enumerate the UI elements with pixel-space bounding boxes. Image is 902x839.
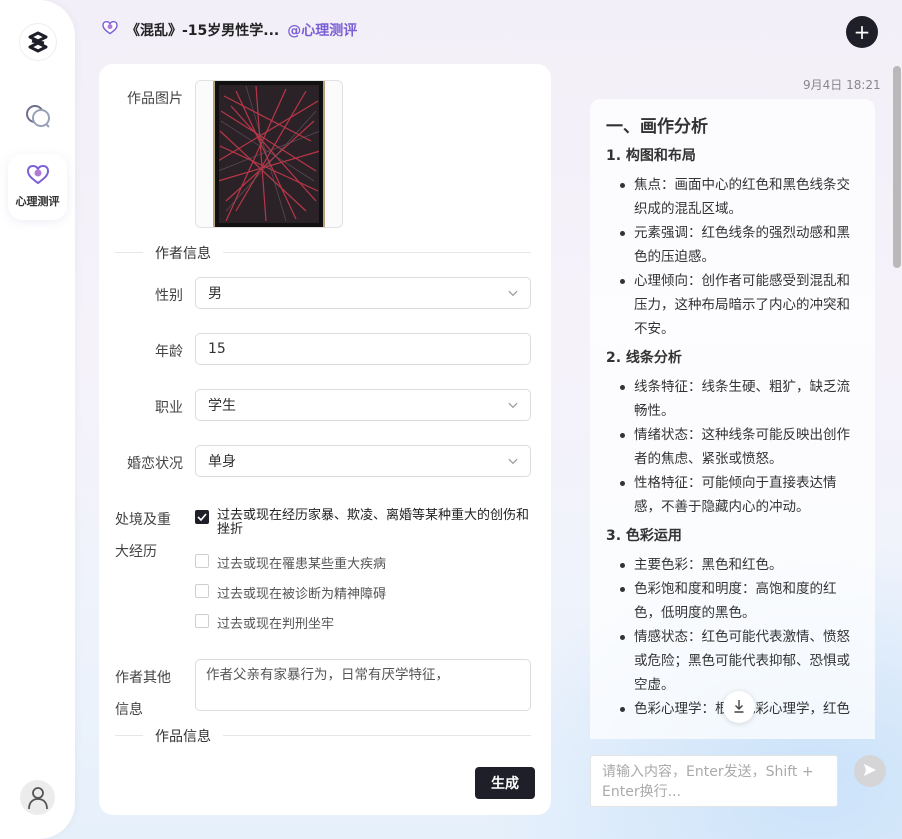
experience-option-label: 过去或现在经历家暴、欺凌、离婚等某种重大的创伤和挫折 — [217, 508, 530, 537]
other-info-value: 作者父亲有家暴行为，日常有厌学特征， — [206, 667, 449, 683]
message-input[interactable]: 请输入内容，Enter发送，Shift + Enter换行... — [590, 755, 838, 807]
marital-value: 单身 — [208, 454, 236, 470]
section-title: 3. 色彩运用 — [606, 528, 682, 544]
age-label: 年龄 — [155, 344, 183, 360]
other-info-label-cont: 信息 — [115, 702, 143, 718]
list-item: 情绪状态：这种线条可能反映出创作者的焦虑、紧张或愤怒。 — [606, 423, 859, 471]
send-button[interactable] — [854, 755, 886, 787]
experience-option-prison[interactable]: 过去或现在判刑坐牢 — [195, 613, 334, 632]
other-info-textarea[interactable]: 作者父亲有家暴行为，日常有厌学特征， — [195, 659, 531, 711]
section-list: 焦点：画面中心的红色和黑色线条交织成的混乱区域。 元素强调：红色线条的强烈动感和… — [606, 173, 859, 341]
artwork-image[interactable] — [195, 80, 343, 228]
sidebar-item-assessment[interactable]: 心理测评 — [8, 154, 67, 220]
sidebar-item-label: 心理测评 — [15, 195, 60, 208]
experience-option-label: 过去或现在被诊断为精神障碍 — [217, 587, 387, 602]
list-item: 心理倾向：创作者可能感受到混乱和压力，这种布局暗示了内心的冲突和不安。 — [606, 269, 859, 341]
list-item: 主要色彩：黑色和红色。 — [606, 553, 859, 577]
heart-chat-icon — [102, 20, 118, 39]
sidebar: 心理测评 — [0, 0, 75, 839]
list-item: 焦点：画面中心的红色和黑色线条交织成的混乱区域。 — [606, 173, 859, 221]
logo-icon[interactable] — [20, 24, 56, 60]
work-section-title: 作品信息 — [143, 726, 223, 746]
analysis-message: 一、画作分析 1. 构图和布局 焦点：画面中心的红色和黑色线条交织成的混乱区域。… — [590, 99, 875, 739]
chat-header: 《混乱》-15岁男性学... @心理测评 — [102, 20, 357, 40]
job-label: 职业 — [155, 400, 183, 416]
send-icon — [863, 762, 877, 781]
experience-label: 处境及重 — [115, 512, 171, 528]
other-info-label: 作者其他 — [115, 670, 171, 686]
experience-option-label: 过去或现在罹患某些重大疾病 — [217, 557, 387, 572]
job-value: 学生 — [208, 398, 236, 414]
gender-select[interactable]: 男 — [195, 277, 531, 309]
list-item: 性格特征：可能倾向于直接表达情感，不善于隐藏内心的冲动。 — [606, 471, 859, 519]
chevron-down-icon — [508, 400, 518, 410]
chevron-down-icon — [508, 288, 518, 298]
chevron-down-icon — [508, 456, 518, 466]
checkbox[interactable] — [195, 614, 209, 628]
job-select[interactable]: 学生 — [195, 389, 531, 421]
checkbox[interactable] — [195, 554, 209, 568]
section-title: 1. 构图和布局 — [606, 148, 696, 164]
image-label: 作品图片 — [127, 91, 183, 107]
scroll-to-bottom-button[interactable] — [723, 691, 755, 723]
marital-select[interactable]: 单身 — [195, 445, 531, 477]
chat-title: 《混乱》-15岁男性学... — [126, 23, 280, 39]
checkbox-checked[interactable] — [195, 510, 209, 524]
checkbox[interactable] — [195, 584, 209, 598]
gender-label: 性别 — [155, 288, 183, 304]
scrollbar-thumb[interactable] — [893, 66, 901, 268]
gender-value: 男 — [208, 286, 222, 302]
section-list: 线条特征：线条生硬、粗犷，缺乏流畅性。 情绪状态：这种线条可能反映出创作者的焦虑… — [606, 375, 859, 519]
new-chat-button[interactable]: + — [846, 16, 878, 48]
age-input[interactable]: 15 — [195, 333, 531, 365]
assessment-form: 作品图片 作者信息 性别 男 年龄 15 职业 学生 婚恋状况 单身 处境及重 … — [99, 64, 551, 815]
agent-mention[interactable]: @心理测评 — [287, 20, 357, 40]
marital-label: 婚恋状况 — [127, 456, 183, 472]
generate-button[interactable]: 生成 — [475, 767, 535, 799]
list-item: 元素强调：红色线条的强烈动感和黑色的压迫感。 — [606, 221, 859, 269]
experience-option-trauma[interactable]: 过去或现在经历家暴、欺凌、离婚等某种重大的创伤和挫折 — [195, 509, 531, 537]
experience-label-cont: 大经历 — [115, 544, 157, 560]
experience-option-mental[interactable]: 过去或现在被诊断为精神障碍 — [195, 583, 386, 602]
user-icon[interactable] — [20, 780, 55, 815]
heart-chat-icon — [26, 164, 49, 189]
list-item: 色彩饱和度和明度：高饱和度的红色，低明度的黑色。 — [606, 577, 859, 625]
experience-option-label: 过去或现在判刑坐牢 — [217, 617, 335, 632]
message-input-placeholder: 请输入内容，Enter发送，Shift + Enter换行... — [602, 764, 814, 800]
experience-option-illness[interactable]: 过去或现在罹患某些重大疾病 — [195, 553, 386, 572]
plus-icon: + — [853, 20, 871, 44]
chat-bubbles-icon[interactable] — [24, 102, 52, 130]
list-item: 情感状态：红色可能代表激情、愤怒或危险；黑色可能代表抑郁、恐惧或空虚。 — [606, 625, 859, 697]
list-item: 线条特征：线条生硬、粗犷，缺乏流畅性。 — [606, 375, 859, 423]
analysis-heading: 一、画作分析 — [606, 117, 708, 137]
message-timestamp: 9月4日 18:21 — [803, 78, 881, 92]
section-title: 2. 线条分析 — [606, 350, 682, 366]
author-section-title: 作者信息 — [143, 243, 223, 263]
age-value: 15 — [208, 341, 226, 357]
arrow-down-icon — [733, 698, 745, 717]
